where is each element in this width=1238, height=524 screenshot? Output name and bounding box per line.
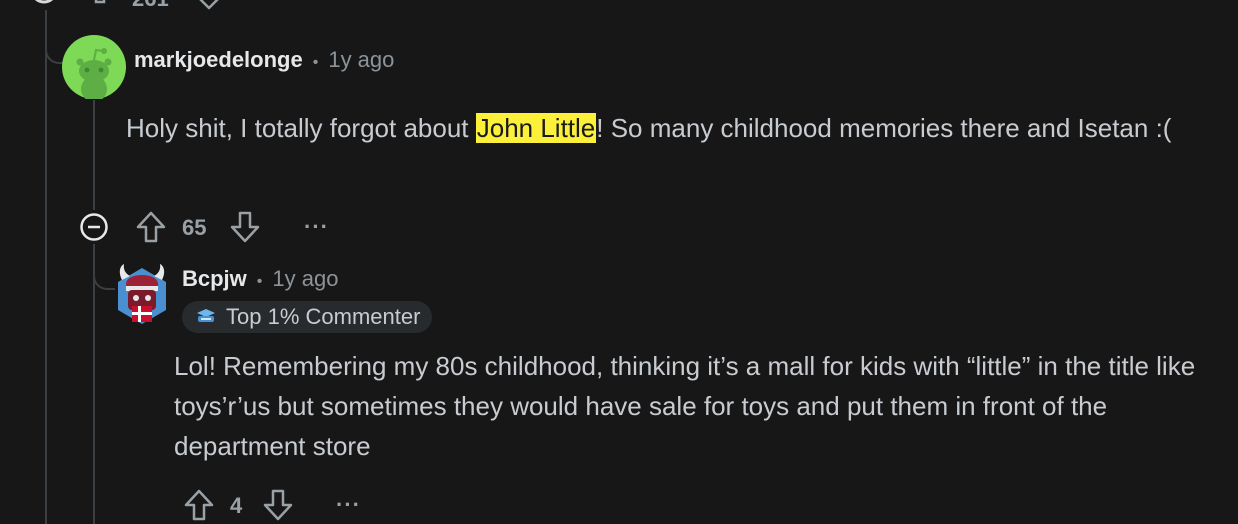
avatar[interactable] xyxy=(112,262,172,330)
badge-label: Top 1% Commenter xyxy=(226,304,421,329)
snoo-avatar-icon xyxy=(62,35,126,99)
collapse-minus-icon xyxy=(80,213,108,241)
downvote-arrow-icon xyxy=(230,211,260,243)
collapse-icon xyxy=(34,0,54,4)
downvote-button[interactable] xyxy=(262,488,294,522)
timestamp[interactable]: 1y ago xyxy=(328,47,394,73)
comment-text-after: ! So many childhood memories there and I… xyxy=(596,113,1172,143)
username[interactable]: markjoedelonge xyxy=(134,47,303,73)
comment-header: markjoedelonge • 1y ago xyxy=(134,47,394,73)
username[interactable]: Bcpjw xyxy=(182,266,247,292)
downvote-arrow-icon xyxy=(263,489,293,521)
vote-count: 4 xyxy=(230,493,243,518)
more-options-button[interactable]: ··· xyxy=(304,214,329,240)
upvote-arrow-icon xyxy=(136,211,166,243)
collapse-button[interactable] xyxy=(79,212,109,242)
comment-body: Lol! Remembering my 80s childhood, think… xyxy=(174,351,1196,461)
viking-avatar-icon xyxy=(118,264,166,324)
separator-dot: • xyxy=(312,54,319,71)
thread-line-comment1[interactable] xyxy=(93,100,95,210)
top-upvote-icon[interactable] xyxy=(90,0,110,8)
more-options-button[interactable]: ··· xyxy=(336,492,361,518)
thread-line-comment1-lower[interactable] xyxy=(93,244,95,524)
top-collapse-button[interactable] xyxy=(28,0,60,8)
upvote-button[interactable] xyxy=(183,488,215,522)
top-commenter-badge[interactable]: Top 1% Commenter xyxy=(182,301,433,333)
timestamp[interactable]: 1y ago xyxy=(272,266,338,292)
thread-line-root[interactable] xyxy=(45,10,47,524)
downvote-button[interactable] xyxy=(229,210,261,244)
upvote-button[interactable] xyxy=(135,210,167,244)
avatar[interactable] xyxy=(62,35,126,99)
comment-header: Bcpjw • 1y ago xyxy=(182,266,338,292)
vote-count: 65 xyxy=(182,215,207,240)
separator-dot: • xyxy=(256,273,263,290)
upvote-arrow-icon xyxy=(184,489,214,521)
search-highlight: John Little xyxy=(475,113,597,143)
comment-text-before: Holy shit, I totally forgot about xyxy=(126,113,476,143)
comment-body: Holy shit, I totally forgot about John L… xyxy=(126,108,1206,148)
commenter-badge-icon xyxy=(197,309,215,322)
top-vote-count: 261 xyxy=(132,0,169,12)
top-downvote-icon[interactable] xyxy=(194,0,224,12)
